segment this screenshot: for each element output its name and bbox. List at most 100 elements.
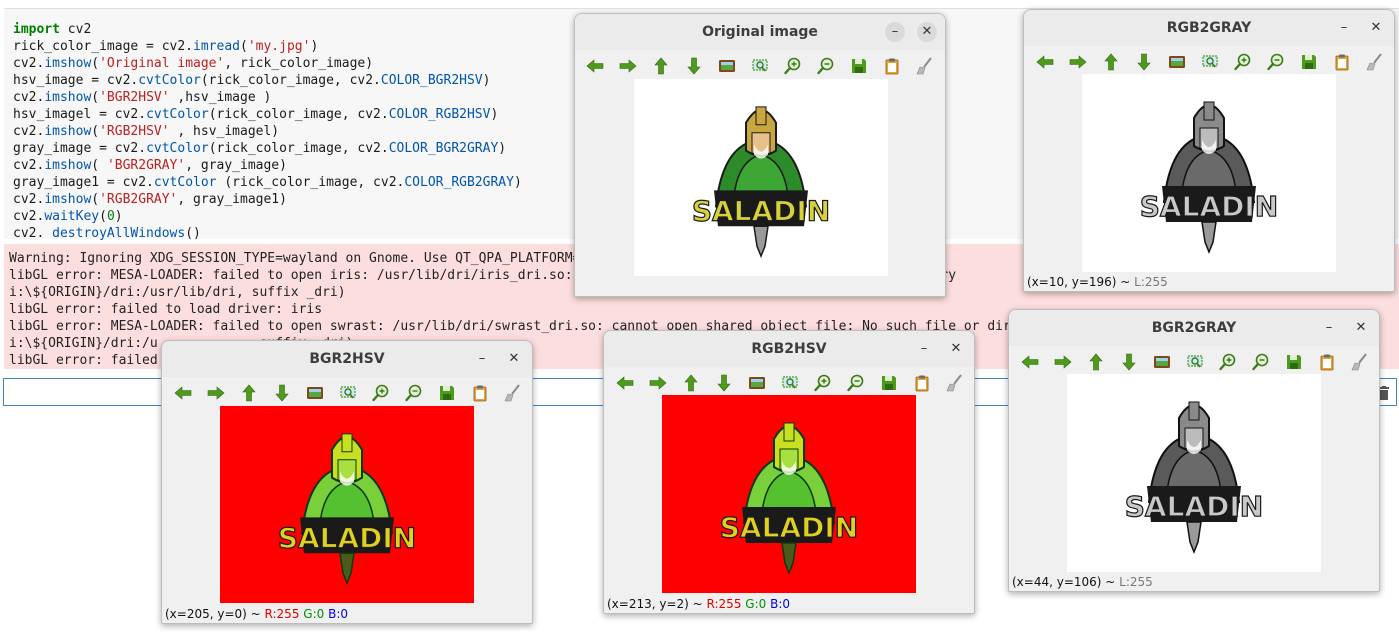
zoom-out-button[interactable]: [1249, 350, 1273, 374]
minimize-button[interactable]: –: [914, 339, 934, 359]
brush-button[interactable]: [1348, 350, 1372, 374]
save-button[interactable]: [847, 54, 871, 78]
arrow-left-icon: [1036, 55, 1054, 69]
luma-value: L:255: [1119, 575, 1153, 589]
code-token: hsv_imagel = cv2.: [13, 107, 147, 122]
zoom-rect-button[interactable]: [336, 381, 360, 405]
arrow-down-button[interactable]: [682, 54, 706, 78]
clipboard-button[interactable]: [1330, 50, 1354, 74]
save-button[interactable]: [877, 371, 901, 395]
save-button[interactable]: [435, 381, 459, 405]
close-button[interactable]: ✕: [1366, 18, 1386, 38]
close-button[interactable]: ✕: [504, 349, 524, 369]
minimize-button[interactable]: –: [472, 349, 492, 369]
image-display[interactable]: SALADIN: [662, 395, 916, 593]
titlebar[interactable]: BGR2GRAY – ✕: [1009, 310, 1379, 346]
arrow-left-icon: [586, 59, 604, 73]
image-button[interactable]: [715, 54, 739, 78]
brush-button[interactable]: [501, 381, 525, 405]
arrow-right-button[interactable]: [204, 381, 228, 405]
stderr-line: Warning: Ignoring XDG_SESSION_TYPE=wayla…: [9, 251, 581, 266]
brush-icon: [946, 374, 962, 392]
brush-button[interactable]: [1363, 50, 1387, 74]
window-original-image[interactable]: Original image – ✕ SALADIN: [574, 13, 946, 297]
zoom-rect-button[interactable]: [778, 371, 802, 395]
zoom-in-button[interactable]: [369, 381, 393, 405]
zoom-rect-button[interactable]: [1198, 50, 1222, 74]
arrow-left-button[interactable]: [583, 54, 607, 78]
zoom-out-button[interactable]: [814, 54, 838, 78]
zoom-out-button[interactable]: [844, 371, 868, 395]
image-button[interactable]: [1165, 50, 1189, 74]
zoom-in-button[interactable]: [1231, 50, 1255, 74]
arrow-down-button[interactable]: [1132, 50, 1156, 74]
arrow-up-button[interactable]: [237, 381, 261, 405]
arrow-right-button[interactable]: [1066, 50, 1090, 74]
minimize-button[interactable]: –: [1319, 318, 1339, 338]
status-bar: (x=205, y=0) ~ R:255 G:0 B:0: [165, 607, 348, 621]
code-token: rick_color_image = cv2.: [13, 39, 194, 54]
zoom-rect-button[interactable]: [748, 54, 772, 78]
zoom-rect-button[interactable]: [1183, 350, 1207, 374]
save-button[interactable]: [1282, 350, 1306, 374]
minimize-button[interactable]: –: [1334, 18, 1354, 38]
window-bgr2hsv[interactable]: BGR2HSV – ✕ SALADIN (x=205, y=0) ~ R:255…: [161, 340, 533, 624]
arrow-down-button[interactable]: [270, 381, 294, 405]
zoom-rect-icon: [340, 386, 356, 399]
zoom-out-button[interactable]: [402, 381, 426, 405]
zoom-in-button[interactable]: [1216, 350, 1240, 374]
close-button[interactable]: ✕: [1351, 318, 1371, 338]
image-display[interactable]: SALADIN: [220, 406, 474, 603]
arrow-up-button[interactable]: [679, 371, 703, 395]
titlebar[interactable]: RGB2GRAY – ✕: [1024, 10, 1394, 46]
code-token: ): [498, 141, 507, 156]
clipboard-button[interactable]: [1315, 350, 1339, 374]
window-rgb2hsv[interactable]: RGB2HSV – ✕ SALADIN (x=213, y=2) ~ R:255…: [603, 330, 975, 614]
arrow-left-button[interactable]: [613, 371, 637, 395]
arrow-left-button[interactable]: [1033, 50, 1057, 74]
titlebar[interactable]: RGB2HSV – ✕: [604, 331, 974, 367]
code-line: gray_image = cv2.cvtColor(rick_color_ima…: [13, 141, 506, 156]
zoom-in-button[interactable]: [811, 371, 835, 395]
titlebar[interactable]: Original image – ✕: [575, 14, 945, 50]
zoom-in-button[interactable]: [781, 54, 805, 78]
arrow-left-button[interactable]: [171, 381, 195, 405]
window-rgb2gray[interactable]: RGB2GRAY – ✕ SALADIN (x=10, y=196) ~ L:2…: [1023, 9, 1395, 292]
arrow-right-button[interactable]: [1051, 350, 1075, 374]
arrow-left-button[interactable]: [1018, 350, 1042, 374]
code-token: imshow: [44, 158, 92, 173]
arrow-up-button[interactable]: [649, 54, 673, 78]
image-display[interactable]: SALADIN: [1082, 74, 1336, 272]
code-token: ): [513, 175, 522, 190]
arrow-down-button[interactable]: [1117, 350, 1141, 374]
image-display[interactable]: SALADIN: [1067, 374, 1321, 572]
clipboard-button[interactable]: [468, 381, 492, 405]
arrow-up-button[interactable]: [1099, 50, 1123, 74]
code-token: cv2.: [13, 226, 53, 241]
arrow-up-button[interactable]: [1084, 350, 1108, 374]
close-button[interactable]: ✕: [946, 339, 966, 359]
code-token: (rick_color_image, cv2.: [208, 107, 389, 122]
logo-image: SALADIN: [220, 406, 474, 603]
minimize-button[interactable]: –: [885, 22, 905, 42]
titlebar[interactable]: BGR2HSV – ✕: [162, 341, 532, 377]
arrow-down-button[interactable]: [712, 371, 736, 395]
arrow-right-button[interactable]: [616, 54, 640, 78]
image-button[interactable]: [303, 381, 327, 405]
window-bgr2gray[interactable]: BGR2GRAY – ✕ SALADIN (x=44, y=106) ~ L:2…: [1008, 309, 1380, 592]
blue-value: B:0: [328, 607, 349, 621]
image-display[interactable]: SALADIN: [634, 79, 888, 276]
image-button[interactable]: [745, 371, 769, 395]
clipboard-button[interactable]: [880, 54, 904, 78]
code-token: 'my.jpg': [247, 39, 311, 54]
save-button[interactable]: [1297, 50, 1321, 74]
brush-button[interactable]: [913, 54, 937, 78]
code-line: cv2.imshow( 'BGR2GRAY', gray_image): [13, 158, 287, 173]
image-button[interactable]: [1150, 350, 1174, 374]
close-button[interactable]: ✕: [917, 22, 937, 42]
brush-button[interactable]: [943, 371, 967, 395]
arrow-right-button[interactable]: [646, 371, 670, 395]
arrow-right-icon: [207, 386, 225, 400]
clipboard-button[interactable]: [910, 371, 934, 395]
zoom-out-button[interactable]: [1264, 50, 1288, 74]
